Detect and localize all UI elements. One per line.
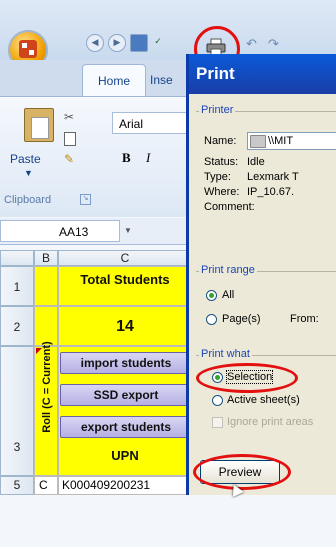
quick-access-toolbar <box>0 0 336 60</box>
export-students-button[interactable]: export students <box>60 416 192 438</box>
upn-header[interactable]: UPN <box>58 448 192 464</box>
bold-button[interactable]: B <box>122 150 131 166</box>
where-value: IP_10.67. <box>247 186 295 198</box>
copy-icon[interactable] <box>64 132 76 146</box>
tab-insert[interactable]: Inse <box>150 64 173 96</box>
pages-label[interactable]: Page(s) <box>222 313 261 325</box>
what-group-label: Print what <box>199 348 252 360</box>
type-value: Lexmark T <box>247 171 299 183</box>
roll-label-text: Roll (C = Current) <box>41 341 53 433</box>
import-students-button[interactable]: import students <box>60 352 192 374</box>
office-logo-icon <box>19 40 37 58</box>
printer-icon <box>250 135 266 148</box>
format-painter-icon[interactable]: ✎ <box>64 152 74 166</box>
cell-c2[interactable]: 14 <box>58 306 192 346</box>
back-icon[interactable]: ◀ <box>86 34 104 52</box>
status-label: Status: <box>204 156 239 168</box>
clipboard-group-label: Clipboard <box>4 194 52 206</box>
paste-button-label[interactable]: Paste <box>10 152 41 166</box>
paste-dropdown-icon[interactable]: ▼ <box>24 168 33 178</box>
column-header-c[interactable]: C <box>58 250 192 266</box>
active-sheet-label[interactable]: Active sheet(s) <box>227 394 300 406</box>
status-value: Idle <box>247 156 265 168</box>
redo-icon[interactable]: ↷ <box>268 36 279 52</box>
select-all-corner[interactable] <box>0 250 34 266</box>
row-header-5[interactable]: 5 <box>0 476 34 495</box>
all-label[interactable]: All <box>222 289 234 301</box>
cut-icon[interactable]: ✂ <box>64 110 74 124</box>
row-header-1[interactable]: 1 <box>0 266 34 306</box>
ignore-print-areas-label: Ignore print areas <box>227 416 314 428</box>
tab-home[interactable]: Home <box>82 64 146 97</box>
range-group-label: Print range <box>199 264 257 276</box>
all-radio[interactable] <box>206 290 217 301</box>
row-header-3[interactable]: 3 <box>0 346 34 476</box>
from-label: From: <box>290 313 319 325</box>
printer-group-label: Printer <box>199 104 236 116</box>
pages-radio[interactable] <box>206 314 217 325</box>
type-label: Type: <box>204 171 231 183</box>
paste-icon[interactable] <box>24 108 54 142</box>
column-header-b[interactable]: B <box>34 250 58 266</box>
row-header-2[interactable]: 2 <box>0 306 34 346</box>
ssd-export-button[interactable]: SSD export <box>60 384 192 406</box>
print-dialog-title: Print <box>196 64 235 83</box>
where-label: Where: <box>204 186 240 198</box>
roll-label: Roll (C = Current) <box>36 318 58 456</box>
cell-b5[interactable]: C <box>34 476 58 495</box>
undo-icon[interactable]: ↶ <box>246 36 257 52</box>
save-icon[interactable] <box>130 34 148 52</box>
selection-highlight <box>196 363 298 393</box>
ignore-print-areas-checkbox[interactable] <box>212 417 223 428</box>
preview-highlight <box>193 454 291 490</box>
namebox-dropdown-icon[interactable]: ▼ <box>124 226 132 235</box>
italic-button[interactable]: I <box>146 150 150 166</box>
clipboard-launcher-icon[interactable]: ↘ <box>80 194 91 205</box>
spelling-icon[interactable]: ✓ <box>150 34 166 50</box>
cell-b1[interactable] <box>34 266 58 306</box>
cell-c5[interactable]: K000409200231 <box>58 476 192 495</box>
forward-icon[interactable]: ▶ <box>108 34 126 52</box>
comment-label: Comment: <box>204 201 255 213</box>
cell-c1[interactable]: Total Students <box>58 266 192 306</box>
printer-name-label: Name: <box>204 135 237 147</box>
name-box[interactable]: AA13 <box>0 220 120 242</box>
active-sheet-radio[interactable] <box>212 395 223 406</box>
font-name-box[interactable]: Arial <box>112 112 192 134</box>
